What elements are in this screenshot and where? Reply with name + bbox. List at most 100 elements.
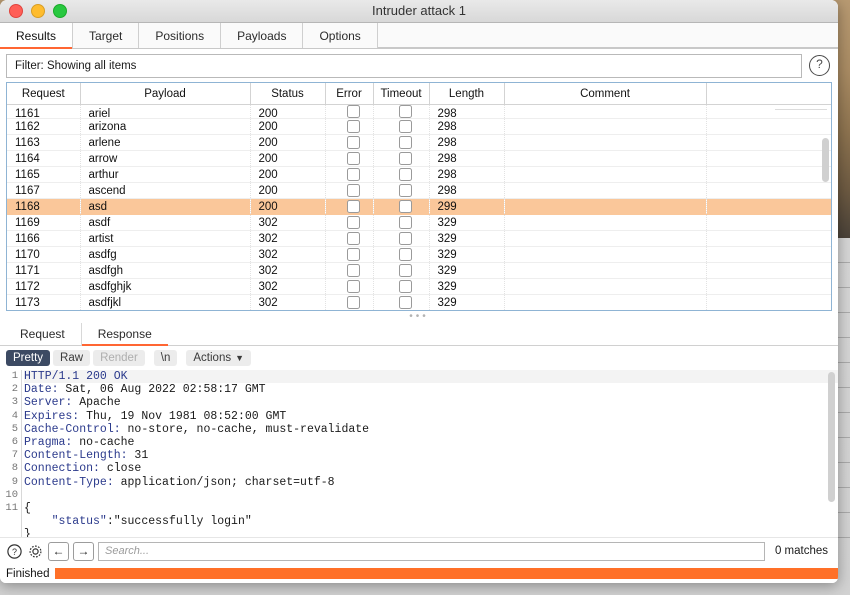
- table-row[interactable]: 1165arthur200298: [7, 167, 832, 183]
- response-body-panel[interactable]: 1234567891011 HTTP/1.1 200 OKDate: Sat, …: [0, 370, 838, 537]
- timeout-checkbox[interactable]: [399, 105, 412, 118]
- column-header-comment[interactable]: Comment: [504, 83, 706, 105]
- table-row[interactable]: 1173asdfjkl302329: [7, 295, 832, 311]
- timeout-checkbox[interactable]: [399, 120, 412, 133]
- table-row[interactable]: 1166artist302329: [7, 231, 832, 247]
- tab-positions[interactable]: Positions: [139, 23, 221, 48]
- error-checkbox[interactable]: [347, 168, 360, 181]
- column-header-error[interactable]: Error: [325, 83, 373, 105]
- table-row[interactable]: 1162arizona200298: [7, 119, 832, 135]
- cell-status: 200: [250, 167, 325, 183]
- gear-icon[interactable]: [27, 543, 44, 560]
- tab-options[interactable]: Options: [303, 23, 377, 48]
- newline-button[interactable]: \n: [154, 350, 178, 366]
- render-button[interactable]: Render: [93, 350, 145, 366]
- cell-timeout: [373, 183, 429, 199]
- response-line-value: {: [24, 502, 31, 515]
- error-checkbox[interactable]: [347, 296, 360, 309]
- tab-request[interactable]: Request: [4, 323, 82, 345]
- timeout-checkbox[interactable]: [399, 232, 412, 245]
- cell-length: 298: [429, 151, 504, 167]
- search-placeholder: Search...: [105, 545, 149, 557]
- response-code-text[interactable]: HTTP/1.1 200 OKDate: Sat, 06 Aug 2022 02…: [24, 370, 838, 537]
- response-line-value: no-cache: [72, 436, 134, 449]
- line-number: [0, 528, 21, 537]
- cell-timeout: [373, 199, 429, 215]
- timeout-checkbox[interactable]: [399, 184, 412, 197]
- tab-target[interactable]: Target: [73, 23, 139, 48]
- error-checkbox[interactable]: [347, 216, 360, 229]
- table-row[interactable]: 1167ascend200298: [7, 183, 832, 199]
- search-help-icon[interactable]: ?: [6, 543, 23, 560]
- timeout-checkbox[interactable]: [399, 264, 412, 277]
- timeout-checkbox[interactable]: [399, 200, 412, 213]
- response-line-value: application/json; charset=utf-8: [114, 476, 335, 489]
- tab-target-label: Target: [89, 29, 122, 43]
- cell-payload: artist: [80, 231, 250, 247]
- timeout-checkbox[interactable]: [399, 152, 412, 165]
- column-header-payload[interactable]: Payload: [80, 83, 250, 105]
- response-line: Date: Sat, 06 Aug 2022 02:58:17 GMT: [24, 383, 838, 396]
- table-row[interactable]: 1171asdfgh302329: [7, 263, 832, 279]
- error-checkbox[interactable]: [347, 120, 360, 133]
- timeout-checkbox[interactable]: [399, 168, 412, 181]
- timeout-checkbox[interactable]: [399, 248, 412, 261]
- response-scrollbar[interactable]: [828, 372, 835, 502]
- cell-payload: asd: [80, 199, 250, 215]
- response-line-value: close: [100, 462, 141, 475]
- search-previous-button[interactable]: ←: [48, 542, 69, 561]
- timeout-checkbox[interactable]: [399, 280, 412, 293]
- results-table-scrollbar[interactable]: [822, 138, 829, 182]
- response-line: Pragma: no-cache: [24, 436, 838, 449]
- response-line: Connection: close: [24, 462, 838, 475]
- error-checkbox[interactable]: [347, 184, 360, 197]
- table-row[interactable]: 1163arlene200298: [7, 135, 832, 151]
- raw-button[interactable]: Raw: [53, 350, 90, 366]
- pretty-button[interactable]: Pretty: [6, 350, 50, 366]
- attack-status-bar: Finished: [0, 564, 838, 583]
- tab-payloads[interactable]: Payloads: [221, 23, 303, 48]
- table-row[interactable]: 1168asd200299: [7, 199, 832, 215]
- cell-error: [325, 215, 373, 231]
- table-row[interactable]: 1164arrow200298: [7, 151, 832, 167]
- table-row[interactable]: 1170asdfg302329: [7, 247, 832, 263]
- response-line-key: Content-Length:: [24, 449, 128, 462]
- response-line-value: no-store, no-cache, must-revalidate: [121, 423, 369, 436]
- column-header-status[interactable]: Status: [250, 83, 325, 105]
- search-next-button[interactable]: →: [73, 542, 94, 561]
- error-checkbox[interactable]: [347, 152, 360, 165]
- cell-error: [325, 167, 373, 183]
- table-row[interactable]: 1161ariel200298: [7, 105, 832, 119]
- error-checkbox[interactable]: [347, 280, 360, 293]
- timeout-checkbox[interactable]: [399, 136, 412, 149]
- error-checkbox[interactable]: [347, 136, 360, 149]
- cell-timeout: [373, 263, 429, 279]
- timeout-checkbox[interactable]: [399, 296, 412, 309]
- error-checkbox[interactable]: [347, 232, 360, 245]
- line-number: 7: [0, 449, 21, 462]
- error-checkbox[interactable]: [347, 200, 360, 213]
- error-checkbox[interactable]: [347, 105, 360, 118]
- error-checkbox[interactable]: [347, 248, 360, 261]
- timeout-checkbox[interactable]: [399, 216, 412, 229]
- filter-button[interactable]: Filter: Showing all items: [6, 54, 802, 78]
- filter-help-icon[interactable]: ?: [809, 55, 830, 76]
- column-header-timeout[interactable]: Timeout: [373, 83, 429, 105]
- response-line-number-gutter: 1234567891011: [0, 370, 22, 537]
- tab-results[interactable]: Results: [0, 23, 73, 48]
- error-checkbox[interactable]: [347, 264, 360, 277]
- column-header-length[interactable]: Length: [429, 83, 504, 105]
- panel-splitter[interactable]: •••: [0, 311, 838, 323]
- search-input[interactable]: Search...: [98, 542, 765, 561]
- cell-comment: [504, 105, 706, 119]
- cell-spacer: [706, 215, 832, 231]
- cell-timeout: [373, 215, 429, 231]
- cell-length: 329: [429, 263, 504, 279]
- cell-request: 1171: [7, 263, 80, 279]
- table-row[interactable]: 1172asdfghjk302329: [7, 279, 832, 295]
- tab-response[interactable]: Response: [82, 323, 168, 345]
- actions-button[interactable]: Actions▼: [186, 350, 251, 366]
- column-header-request[interactable]: Request: [7, 83, 80, 105]
- table-row[interactable]: 1169asdf302329: [7, 215, 832, 231]
- table-row[interactable]: 1174asdfjkl;302329: [7, 311, 832, 312]
